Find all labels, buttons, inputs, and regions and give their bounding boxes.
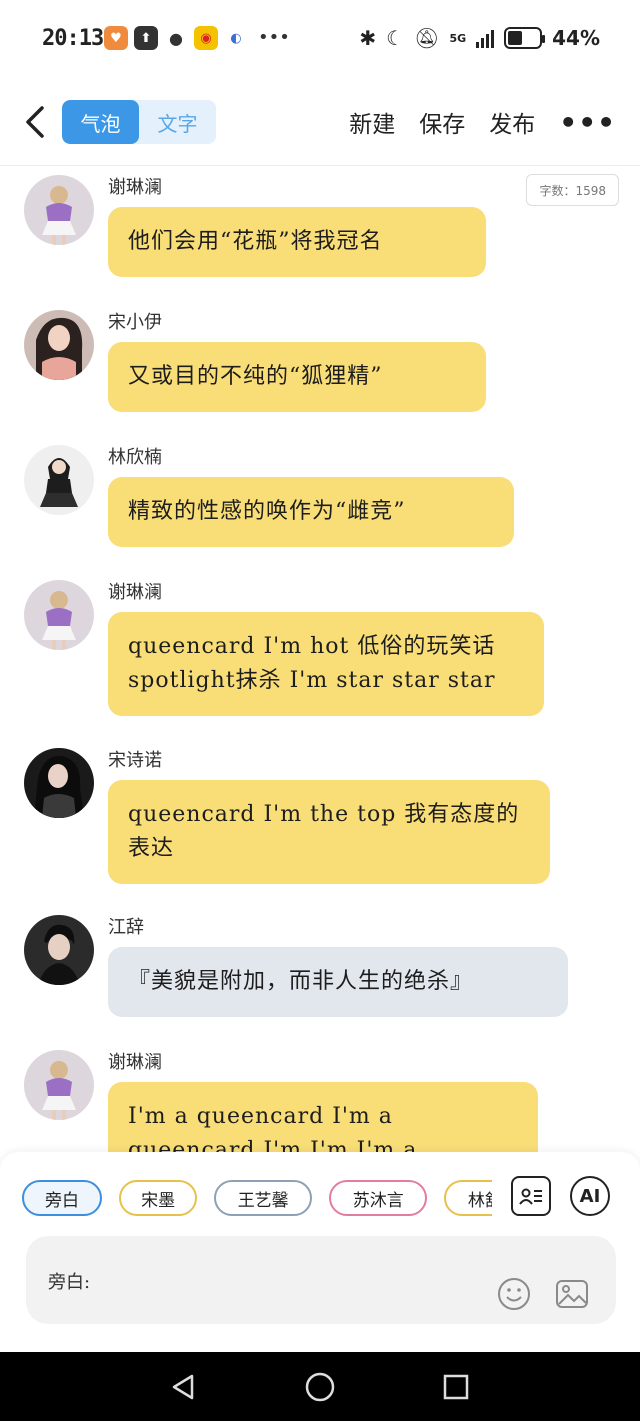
sender-name: 林欣楠 (108, 447, 162, 468)
contact-card-icon (519, 1188, 542, 1205)
moon-icon: ☾ (386, 26, 405, 50)
upload-notification-icon: ⬆ (134, 26, 158, 50)
nav-home-button[interactable] (302, 1369, 338, 1405)
publish-button[interactable]: 发布 (489, 105, 535, 139)
chevron-left-icon (26, 106, 44, 138)
status-time: 20:13 (42, 26, 104, 51)
message-bubble[interactable]: 又或目的不纯的“狐狸精” (108, 342, 486, 412)
top-bar: 气泡 文字 新建 保存 发布 ••• (0, 78, 640, 166)
nav-back-button[interactable] (166, 1369, 202, 1405)
bluetooth-icon: ✱ (359, 26, 377, 50)
sender-name: 谢琳澜 (108, 177, 162, 198)
character-chip[interactable]: 宋墨 (119, 1180, 198, 1216)
mute-bell-icon: 🔕︎ (414, 26, 440, 50)
message-bubble[interactable]: I'm a queencard I'm a queencard I'm I'm … (108, 1082, 538, 1152)
new-button[interactable]: 新建 (349, 105, 395, 139)
wechat-icon: ● (164, 26, 188, 50)
message-bubble[interactable]: queencard I'm hot 低俗的玩笑话 spotlight抹杀 I'm… (108, 612, 544, 716)
mode-bubble-tab[interactable]: 气泡 (62, 100, 139, 144)
message-bubble[interactable]: 他们会用“花瓶”将我冠名 (108, 207, 486, 277)
nav-recents-button[interactable] (438, 1369, 474, 1405)
message-input[interactable]: 旁白: (26, 1236, 616, 1324)
circle-home-icon (305, 1372, 335, 1402)
avatar[interactable] (24, 580, 94, 650)
mode-text-tab[interactable]: 文字 (139, 100, 216, 144)
character-manage-button[interactable] (511, 1176, 551, 1216)
battery-icon (504, 27, 546, 49)
status-system-icons: ✱ ☾ 🔕︎ 5G 44% (359, 26, 600, 50)
character-chip[interactable]: 旁白 (22, 1180, 102, 1216)
sender-name: 宋小伊 (108, 312, 162, 333)
chat-area[interactable]: 字数：1598 谢琳澜 他们会用“花瓶”将我冠名 宋小伊 又或目的不纯的“狐狸精… (0, 167, 640, 1152)
message-bubble[interactable]: queencard I'm the top 我有态度的表达 (108, 780, 550, 884)
mode-toggle: 气泡 文字 (62, 100, 216, 144)
browser-icon: ◐ (224, 26, 248, 50)
more-notifications-icon: ••• (258, 27, 290, 48)
save-button[interactable]: 保存 (419, 105, 465, 139)
word-count-badge: 字数：1598 (526, 174, 619, 206)
avatar[interactable] (24, 445, 94, 515)
character-chip[interactable]: 苏沐言 (329, 1180, 428, 1216)
avatar[interactable] (24, 1050, 94, 1120)
emoji-button[interactable] (496, 1276, 532, 1312)
signal-icon (476, 28, 495, 48)
message-bubble[interactable]: 『美貌是附加，而非人生的绝杀』 (108, 947, 568, 1017)
avatar[interactable] (24, 175, 94, 245)
status-bar: 20:13 ♥ ⬆ ● ◉ ◐ ••• ✱ ☾ 🔕︎ 5G 44% (0, 0, 640, 78)
network-type: 5G (449, 31, 467, 45)
sender-name: 宋诗诺 (108, 750, 162, 771)
square-recents-icon (443, 1374, 469, 1400)
avatar[interactable] (24, 310, 94, 380)
sender-name: 谢琳澜 (108, 582, 162, 603)
sender-name: 江辞 (108, 917, 144, 938)
message-bubble[interactable]: 精致的性感的唤作为“雌竞” (108, 477, 514, 547)
character-selector: 旁白 宋墨 王艺馨 苏沐言 林舒妍 (22, 1180, 492, 1220)
emoji-icon (498, 1278, 530, 1310)
input-speaker-label: 旁白: (48, 1272, 91, 1293)
composer-panel: 旁白 宋墨 王艺馨 苏沐言 林舒妍 AI 旁白: (0, 1152, 640, 1352)
more-menu-icon[interactable]: ••• (559, 106, 616, 139)
avatar[interactable] (24, 915, 94, 985)
character-chip[interactable]: 王艺馨 (214, 1180, 313, 1216)
avatar[interactable] (24, 748, 94, 818)
triangle-back-icon (172, 1374, 194, 1400)
weibo-icon: ◉ (194, 26, 218, 50)
top-actions: 新建 保存 发布 ••• (349, 100, 616, 144)
system-nav-bar (0, 1352, 640, 1421)
image-icon (556, 1280, 588, 1308)
battery-percent: 44% (552, 26, 600, 50)
status-app-icons: ♥ ⬆ ● ◉ ◐ ••• (104, 26, 290, 50)
character-chip[interactable]: 林舒妍 (444, 1180, 492, 1216)
app-notification-icon: ♥ (104, 26, 128, 50)
back-button[interactable] (16, 100, 52, 144)
sender-name: 谢琳澜 (108, 1052, 162, 1073)
image-button[interactable] (554, 1276, 590, 1312)
ai-button[interactable]: AI (570, 1176, 610, 1216)
